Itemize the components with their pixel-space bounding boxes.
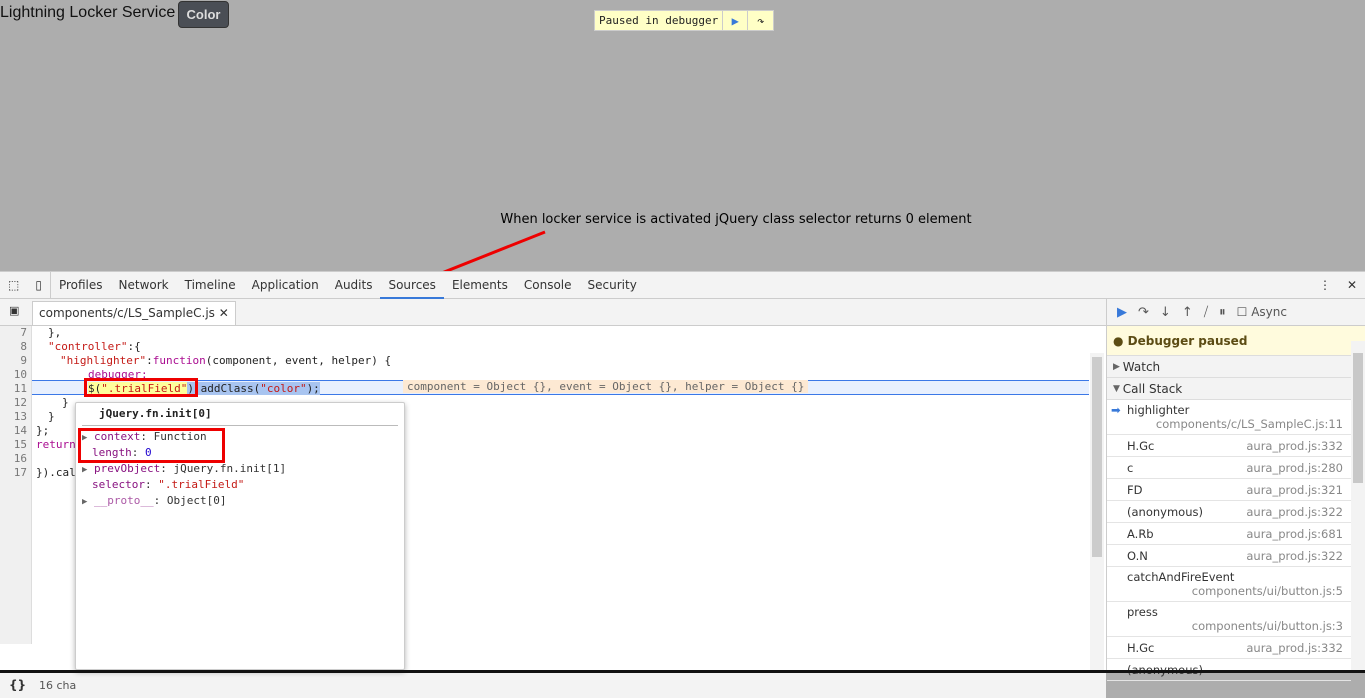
file-tabs: ▣ components/c/LS_SampleC.js ✕	[0, 299, 1106, 326]
code-line: }	[62, 396, 69, 409]
code-line: "controller":{	[48, 340, 141, 353]
code-line: }	[48, 410, 55, 423]
pause-exceptions-icon[interactable]: ⏸	[1219, 305, 1226, 320]
pretty-print-icon[interactable]: {}	[9, 678, 26, 692]
async-checkbox[interactable]: ☐ Async	[1237, 305, 1287, 319]
prop-proto[interactable]: ▶ __proto__: Object[0]	[82, 494, 227, 507]
async-label: Async	[1251, 305, 1287, 319]
tab-profiles[interactable]: Profiles	[51, 272, 111, 299]
step-out-icon[interactable]: ↑	[1182, 305, 1193, 320]
call-frame[interactable]: catchAndFireEvent components/ui/button.js…	[1107, 567, 1351, 602]
frame-name: A.Rb	[1127, 526, 1154, 541]
call-frame[interactable]: ➡ highlighter components/c/LS_SampleC.js:1…	[1107, 400, 1351, 435]
tab-timeline[interactable]: Timeline	[177, 272, 244, 299]
call-frame[interactable]: FD aura_prod.js:321	[1107, 479, 1351, 501]
scroll-thumb[interactable]	[1092, 357, 1102, 557]
frame-location: aura_prod.js:321	[1246, 482, 1343, 497]
tab-elements[interactable]: Elements	[444, 272, 516, 299]
frame-name: c	[1127, 460, 1134, 475]
frame-name: H.Gc	[1127, 438, 1155, 453]
call-frame[interactable]: c aura_prod.js:280	[1107, 457, 1351, 479]
frame-location: aura_prod.js:332	[1246, 640, 1343, 655]
frame-location: aura_prod.js:280	[1246, 460, 1343, 475]
frame-location: components/ui/button.js:3	[1191, 619, 1343, 633]
call-stack-section[interactable]: ▼ Call Stack	[1107, 378, 1365, 400]
divider	[82, 425, 398, 426]
frame-location: components/c/LS_SampleC.js:11	[1155, 417, 1343, 431]
step-into-icon[interactable]: ↓	[1160, 305, 1171, 320]
resume-icon[interactable]: ▶	[1117, 305, 1127, 320]
file-tab[interactable]: components/c/LS_SampleC.js ✕	[32, 301, 236, 325]
frame-name: highlighter	[1127, 403, 1190, 417]
frame-name: H.Gc	[1127, 640, 1155, 655]
debugger-toolbar: ▶ ↷ ↓ ↑ ⧸ ⏸ ☐ Async	[1107, 299, 1365, 326]
tab-sources[interactable]: Sources	[380, 272, 444, 299]
sidebar-scrollbar[interactable]	[1351, 341, 1365, 671]
deactivate-breakpoints-icon[interactable]: ⧸	[1204, 305, 1208, 320]
close-icon[interactable]: ✕	[1339, 272, 1365, 299]
frame-location: aura_prod.js:322	[1246, 504, 1343, 519]
code-line: };	[36, 424, 50, 437]
tab-console[interactable]: Console	[516, 272, 580, 299]
tab-network[interactable]: Network	[111, 272, 177, 299]
status-bar: {} 16 cha	[0, 671, 1106, 698]
editor-scrollbar[interactable]	[1090, 353, 1104, 671]
call-frame[interactable]: press components/ui/button.js:3	[1107, 602, 1351, 637]
close-tab-icon[interactable]: ✕	[219, 306, 229, 320]
more-icon[interactable]: ⋮	[1311, 272, 1339, 299]
tab-application[interactable]: Application	[244, 272, 327, 299]
call-frame[interactable]: H.Gc aura_prod.js:332	[1107, 637, 1351, 659]
code-line: "highlighter":function(component, event,…	[60, 354, 392, 367]
current-frame-icon: ➡	[1111, 403, 1121, 417]
frame-name: (anonymous)	[1127, 504, 1203, 519]
devtools-panel: ⬚ ▯ Profiles Network Timeline Applicatio…	[0, 271, 1365, 698]
call-frame[interactable]: H.Gc aura_prod.js:332	[1107, 435, 1351, 457]
popover-title: jQuery.fn.init[0]	[99, 407, 212, 420]
frame-name: catchAndFireEvent	[1127, 570, 1235, 584]
navigator-toggle-icon[interactable]: ▣	[9, 304, 19, 317]
debugger-sidebar: ▶ ↷ ↓ ↑ ⧸ ⏸ ☐ Async ● Debugger paused ▶ …	[1106, 299, 1365, 681]
file-tab-label: components/c/LS_SampleC.js	[39, 306, 215, 320]
tab-security[interactable]: Security	[580, 272, 645, 299]
prop-prevobject[interactable]: ▶ prevObject: jQuery.fn.init[1]	[82, 462, 286, 475]
frame-location: components/ui/button.js:5	[1191, 584, 1343, 598]
device-icon[interactable]: ▯	[27, 271, 51, 299]
code-line: },	[48, 326, 62, 339]
highlight-box	[78, 428, 225, 463]
step-over-icon[interactable]: ↷	[1138, 305, 1149, 320]
inline-values: component = Object {}, event = Object {}…	[403, 380, 809, 393]
frame-location: aura_prod.js:332	[1246, 438, 1343, 453]
call-frame[interactable]: A.Rb aura_prod.js:681	[1107, 523, 1351, 545]
object-popover: jQuery.fn.init[0] ▶ context: Function le…	[75, 402, 405, 670]
info-icon: ●	[1113, 333, 1128, 348]
code-line: }).cal	[36, 466, 76, 479]
debugger-paused-message: ● Debugger paused	[1107, 326, 1365, 356]
call-frame[interactable]: O.N aura_prod.js:322	[1107, 545, 1351, 567]
frame-name: FD	[1127, 482, 1143, 497]
tab-audits[interactable]: Audits	[327, 272, 381, 299]
watch-section[interactable]: ▶ Watch	[1107, 356, 1365, 378]
call-stack-list: ➡ highlighter components/c/LS_SampleC.js:1…	[1107, 400, 1365, 681]
frame-location: aura_prod.js:322	[1246, 548, 1343, 563]
frame-location: aura_prod.js:681	[1246, 526, 1343, 541]
status-text: 16 cha	[39, 679, 77, 692]
prop-selector: selector: ".trialField"	[92, 478, 245, 491]
frame-name: press	[1127, 605, 1158, 619]
highlight-box	[84, 378, 198, 397]
devtools-toolbar: ⬚ ▯ Profiles Network Timeline Applicatio…	[0, 271, 1365, 299]
frame-name: O.N	[1127, 548, 1148, 563]
inspect-icon[interactable]: ⬚	[0, 272, 27, 299]
scroll-thumb[interactable]	[1353, 353, 1363, 483]
code-line: return	[36, 438, 76, 451]
call-frame[interactable]: (anonymous) aura_prod.js:322	[1107, 501, 1351, 523]
